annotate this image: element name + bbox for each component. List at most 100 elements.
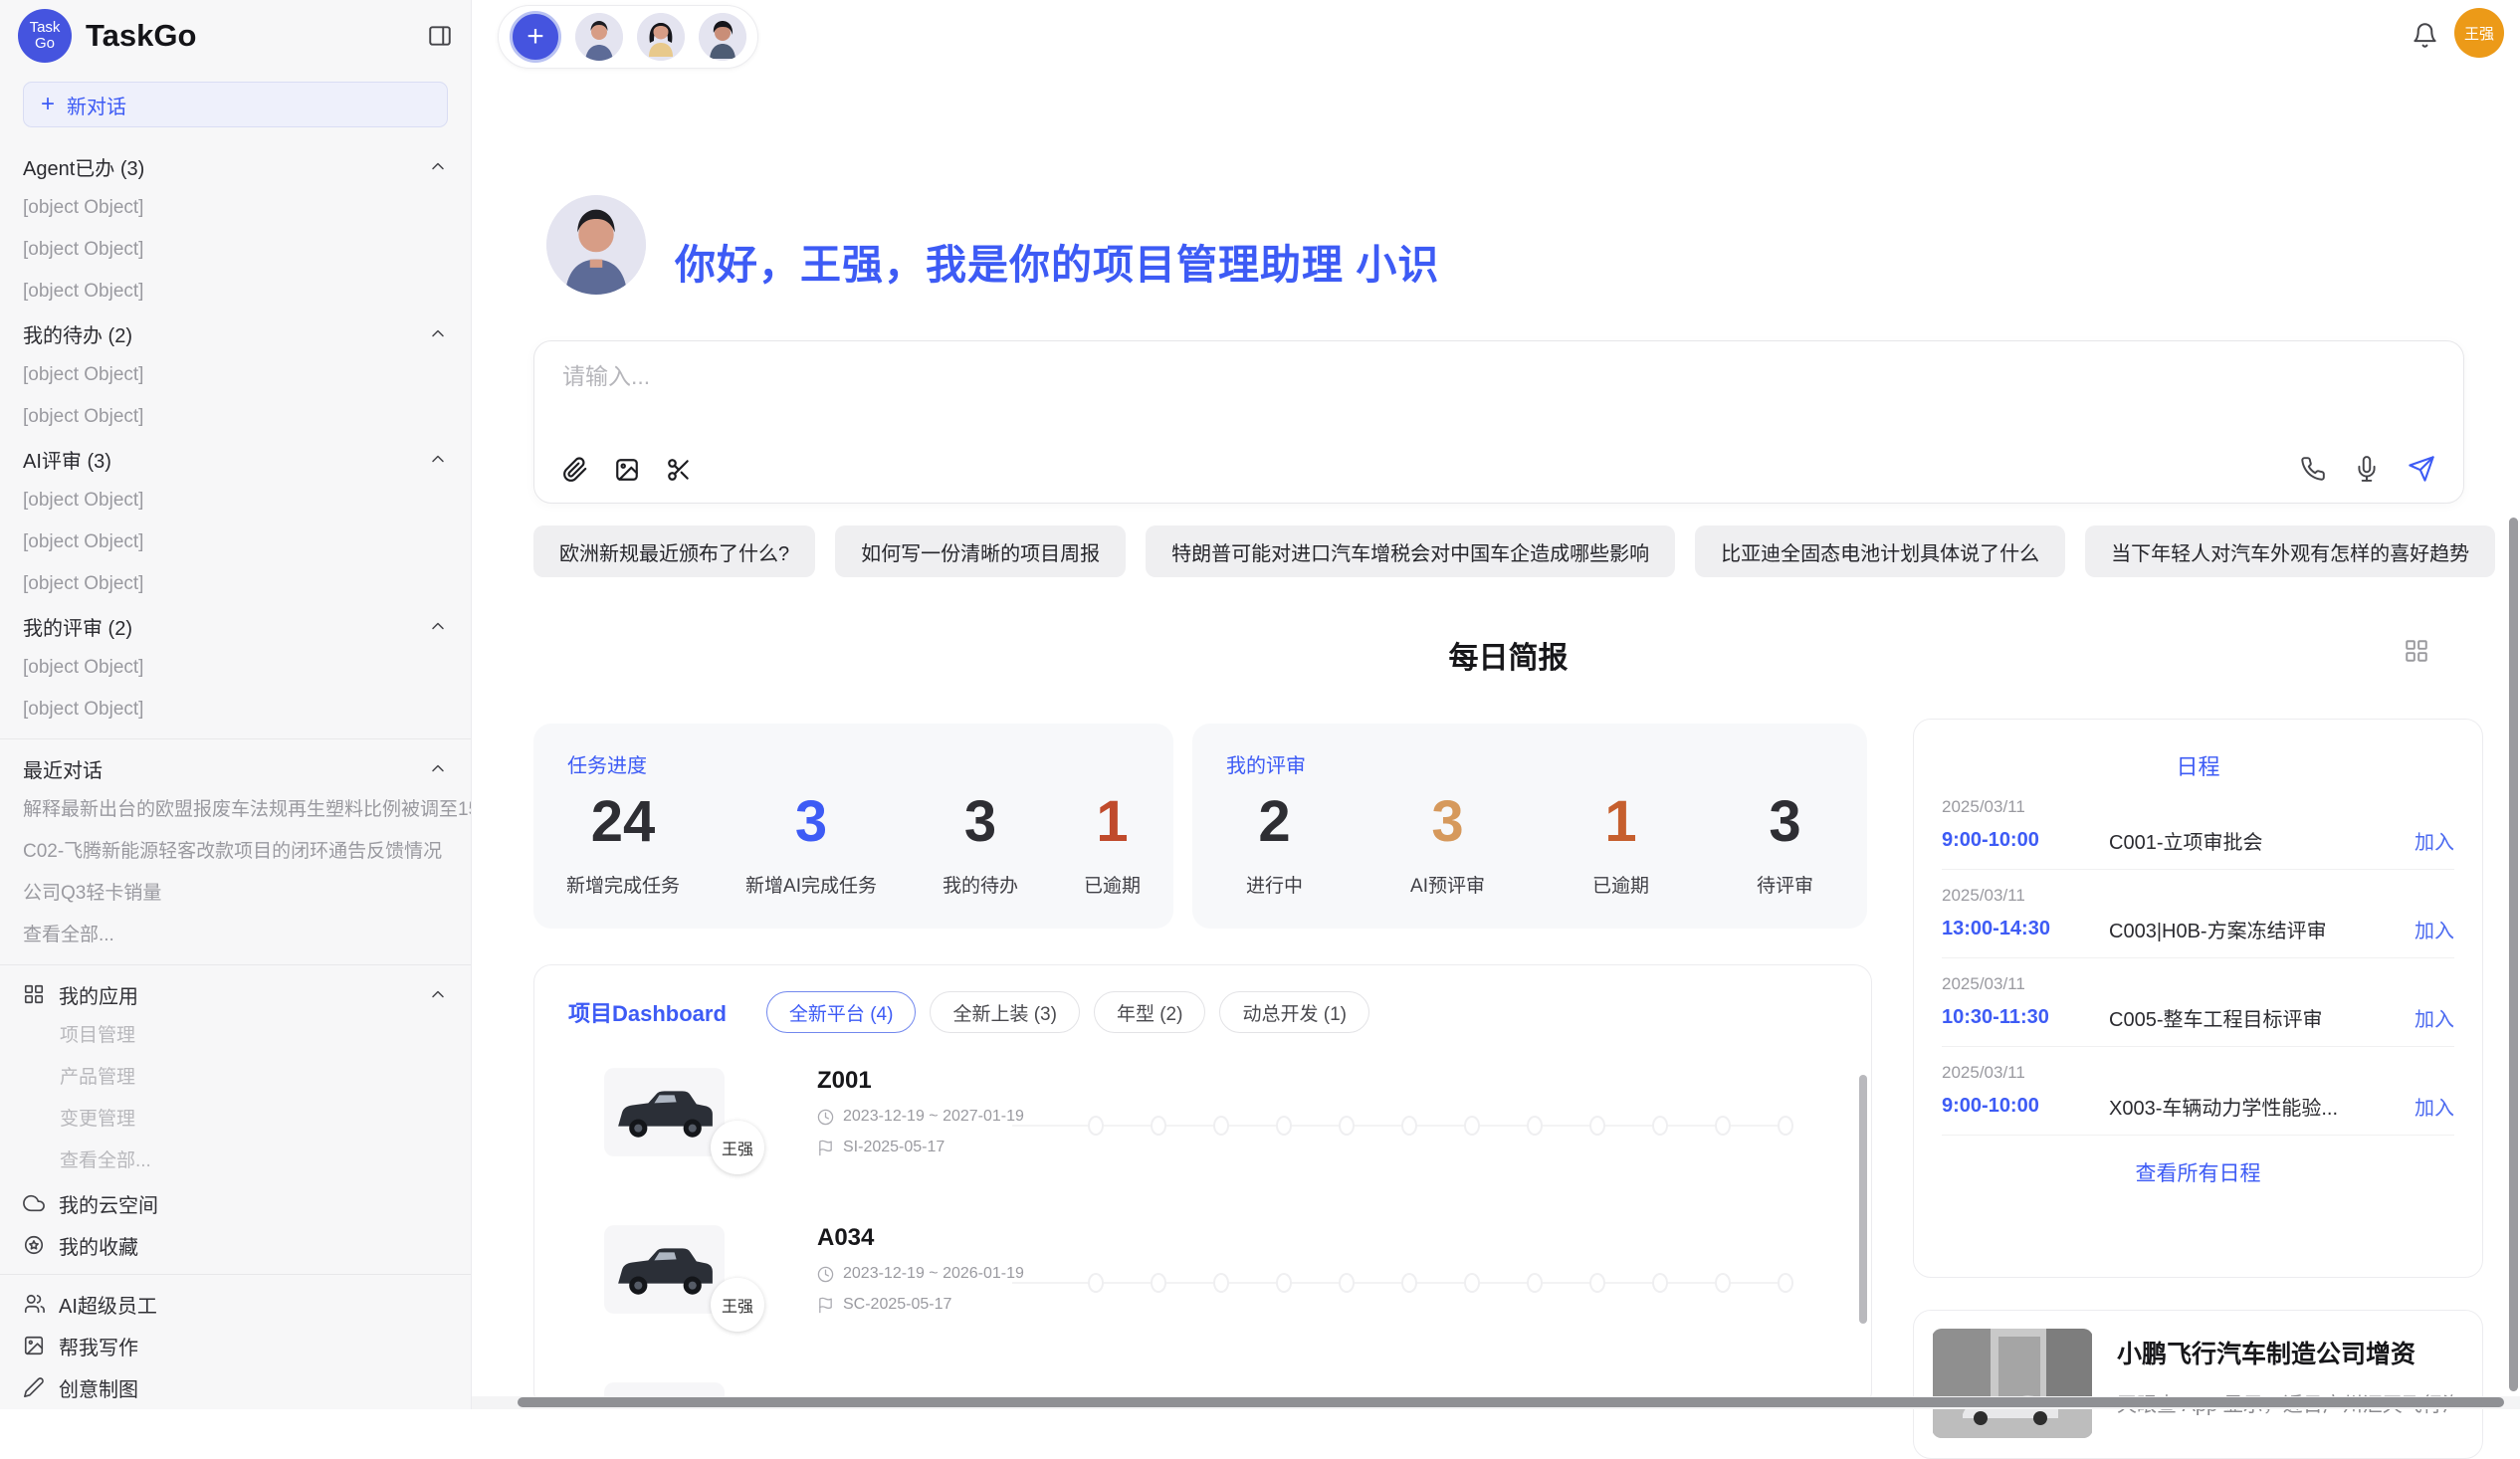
join-link[interactable]: 加入 bbox=[2415, 1003, 2454, 1032]
suggestion-chip[interactable]: 欧洲新规最近颁布了什么? bbox=[533, 525, 815, 577]
milestone[interactable] bbox=[1440, 1237, 1503, 1301]
milestone[interactable] bbox=[1189, 1237, 1252, 1301]
sidebar-item-ai-staff[interactable]: AI超级员工 bbox=[0, 1283, 471, 1325]
milestone-line bbox=[1660, 1282, 1723, 1284]
milestone[interactable] bbox=[1503, 1237, 1566, 1301]
milestone[interactable] bbox=[1315, 1237, 1377, 1301]
vertical-scrollbar-thumb[interactable] bbox=[2509, 518, 2518, 1391]
milestone[interactable] bbox=[1628, 1080, 1691, 1144]
list-item[interactable]: [object Object] bbox=[0, 563, 471, 605]
app-item[interactable]: 产品管理 bbox=[0, 1057, 471, 1099]
view-all-schedule-link[interactable]: 查看所有日程 bbox=[1942, 1157, 2454, 1187]
list-item[interactable]: [object Object] bbox=[0, 187, 471, 229]
recent-chat-item[interactable]: 解释最新出台的欧盟报废车法规再生塑料比例被调至15%... bbox=[0, 789, 471, 831]
list-item[interactable]: [object Object] bbox=[0, 396, 471, 438]
milestone[interactable] bbox=[1127, 1237, 1189, 1301]
dashboard-tab[interactable]: 全新上装 (3) bbox=[930, 991, 1080, 1033]
sidebar-item-cloud[interactable]: 我的云空间 bbox=[0, 1182, 471, 1224]
agent-avatar-2[interactable] bbox=[637, 13, 685, 61]
dashboard-tab[interactable]: 年型 (2) bbox=[1094, 991, 1206, 1033]
app-item[interactable]: 变更管理 bbox=[0, 1099, 471, 1141]
milestone[interactable] bbox=[1252, 1080, 1315, 1144]
section-header[interactable]: AI评审 (3) bbox=[0, 438, 471, 480]
mic-icon[interactable] bbox=[2354, 456, 2380, 482]
recent-chat-item[interactable]: C02-飞腾新能源轻客改款项目的闭环通告反馈情况 bbox=[0, 831, 471, 873]
user-avatar[interactable]: 王强 bbox=[2454, 8, 2504, 58]
milestone[interactable] bbox=[1189, 1080, 1252, 1144]
sidebar-item-creative-draw[interactable]: 创意制图 bbox=[0, 1366, 471, 1408]
suggestion-chip[interactable]: 如何写一份清晰的项目周报 bbox=[835, 525, 1126, 577]
news-card[interactable]: 小鹏飞行汽车制造公司增资 天眼查 App 显示，近日广州汇天飞行汽... bbox=[1913, 1310, 2483, 1459]
recent-view-all[interactable]: 查看全部... bbox=[0, 915, 471, 956]
milestone[interactable] bbox=[1315, 1080, 1377, 1144]
milestone[interactable] bbox=[1566, 1080, 1628, 1144]
milestone[interactable] bbox=[1754, 1237, 1816, 1301]
milestone[interactable] bbox=[1503, 1080, 1566, 1144]
milestone[interactable] bbox=[1064, 1237, 1127, 1301]
section-label: AI评审 (3) bbox=[23, 445, 111, 474]
stat-columns: 24 新增完成任务 3 新增AI完成任务 3 我的待办 1 已逾期 bbox=[533, 788, 1173, 898]
sidebar-item-favorites[interactable]: 我的收藏 bbox=[0, 1224, 471, 1266]
list-item[interactable]: [object Object] bbox=[0, 229, 471, 271]
sidebar-item-help-write[interactable]: 帮我写作 bbox=[0, 1325, 471, 1366]
join-link[interactable]: 加入 bbox=[2415, 915, 2454, 943]
milestone[interactable] bbox=[1127, 1080, 1189, 1144]
send-icon[interactable] bbox=[2408, 455, 2435, 483]
section-header[interactable]: Agent已办 (3) bbox=[0, 145, 471, 187]
list-item[interactable]: [object Object] bbox=[0, 354, 471, 396]
milestone[interactable] bbox=[1377, 1080, 1440, 1144]
sidebar-item-my-apps[interactable]: 我的应用 bbox=[0, 973, 471, 1015]
horizontal-scrollbar-thumb[interactable] bbox=[518, 1397, 2504, 1407]
agent-avatar-1[interactable] bbox=[575, 13, 623, 61]
bell-icon[interactable] bbox=[2412, 22, 2438, 49]
join-link[interactable]: 加入 bbox=[2415, 826, 2454, 855]
chevron-up-icon[interactable] bbox=[428, 323, 448, 343]
chevron-up-icon[interactable] bbox=[428, 616, 448, 636]
milestone[interactable] bbox=[1566, 1237, 1628, 1301]
project-dates: 2023-12-19 ~ 2026-01-19 bbox=[817, 1265, 1056, 1283]
milestone[interactable] bbox=[1754, 1080, 1816, 1144]
milestone[interactable] bbox=[1691, 1080, 1754, 1144]
list-item[interactable]: [object Object] bbox=[0, 480, 471, 521]
project-row[interactable]: 王强 Z001 2023-12-19 ~ 2027-01-19 SI-2025-… bbox=[534, 1033, 1871, 1190]
logo-line1: Task bbox=[30, 20, 61, 36]
phone-icon[interactable] bbox=[2300, 456, 2326, 482]
sidebar-collapse-icon[interactable] bbox=[427, 23, 453, 49]
image-icon[interactable] bbox=[614, 457, 640, 483]
chat-input[interactable] bbox=[562, 363, 2155, 390]
list-item[interactable]: [object Object] bbox=[0, 689, 471, 730]
chevron-up-icon[interactable] bbox=[428, 758, 448, 778]
suggestion-chip[interactable]: 比亚迪全固态电池计划具体说了什么 bbox=[1695, 525, 2065, 577]
milestone[interactable] bbox=[1064, 1080, 1127, 1144]
list-item[interactable]: [object Object] bbox=[0, 521, 471, 563]
chevron-up-icon[interactable] bbox=[428, 449, 448, 469]
app-item[interactable]: 项目管理 bbox=[0, 1015, 471, 1057]
chevron-up-icon[interactable] bbox=[428, 156, 448, 176]
list-item[interactable]: [object Object] bbox=[0, 647, 471, 689]
add-agent-button[interactable]: + bbox=[510, 11, 561, 63]
milestone[interactable] bbox=[1628, 1237, 1691, 1301]
scissors-icon[interactable] bbox=[666, 457, 692, 483]
recent-header[interactable]: 最近对话 bbox=[0, 747, 471, 789]
list-item[interactable]: [object Object] bbox=[0, 271, 471, 313]
chevron-up-icon[interactable] bbox=[428, 984, 448, 1004]
milestone[interactable] bbox=[1440, 1080, 1503, 1144]
join-link[interactable]: 加入 bbox=[2415, 1092, 2454, 1121]
milestone[interactable] bbox=[1691, 1237, 1754, 1301]
agent-avatar-3[interactable] bbox=[699, 13, 746, 61]
grid-icon[interactable] bbox=[2404, 638, 2429, 664]
suggestion-chip[interactable]: 特朗普可能对进口汽车增税会对中国车企造成哪些影响 bbox=[1146, 525, 1675, 577]
milestone[interactable] bbox=[1377, 1237, 1440, 1301]
dashboard-tab[interactable]: 动总开发 (1) bbox=[1219, 991, 1369, 1033]
suggestion-chip[interactable]: 当下年轻人对汽车外观有怎样的喜好趋势 bbox=[2085, 525, 2495, 577]
milestone[interactable] bbox=[1252, 1237, 1315, 1301]
new-chat-button[interactable]: + 新对话 bbox=[23, 82, 448, 127]
section-header[interactable]: 我的待办 (2) bbox=[0, 313, 471, 354]
project-row[interactable]: 王强 A034 2023-12-19 ~ 2026-01-19 SC-2025-… bbox=[534, 1190, 1871, 1348]
paperclip-icon[interactable] bbox=[562, 457, 588, 483]
section-header[interactable]: 我的评审 (2) bbox=[0, 605, 471, 647]
app-item[interactable]: 查看全部... bbox=[0, 1141, 471, 1182]
dashboard-scrollbar[interactable] bbox=[1859, 1075, 1867, 1324]
dashboard-tab[interactable]: 全新平台 (4) bbox=[766, 991, 917, 1033]
recent-chat-item[interactable]: 公司Q3轻卡销量 bbox=[0, 873, 471, 915]
